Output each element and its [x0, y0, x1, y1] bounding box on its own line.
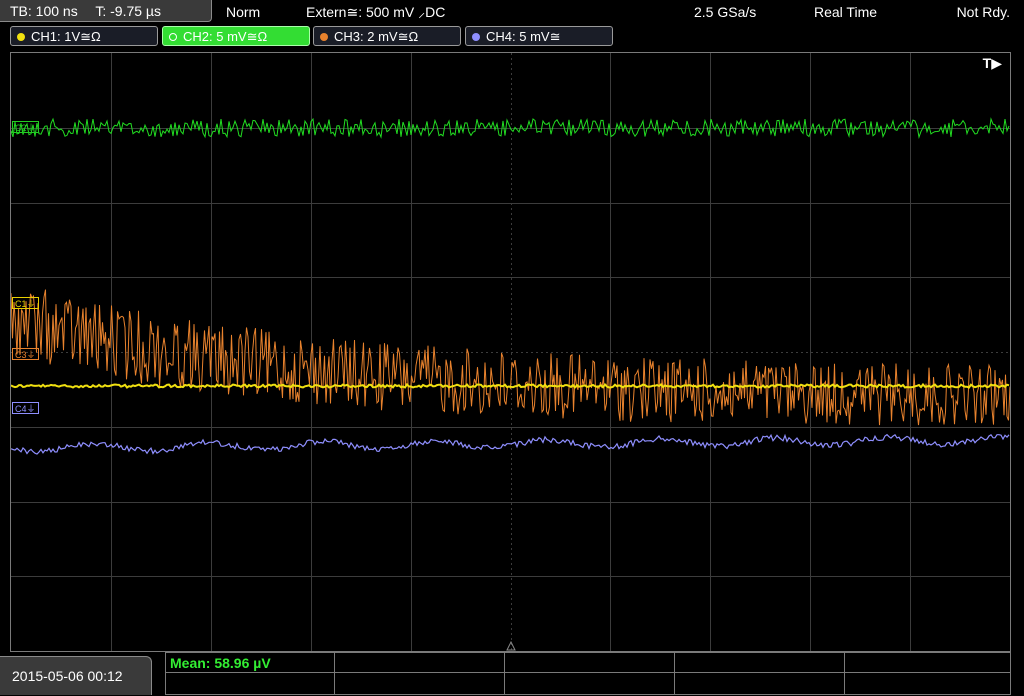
acquisition-status: Not Rdy. [956, 4, 1010, 20]
waveform-canvas [11, 53, 1010, 651]
ch1-ground-marker[interactable]: C1⏚ [12, 297, 39, 309]
channel-tab-ch4[interactable]: CH4: 5 mV≅ [465, 26, 613, 46]
measurement-bar: Mean: 58.96 µV [165, 652, 1011, 695]
ch1-dot-icon [17, 33, 25, 41]
trigger-source[interactable]: Extern≅: 500 mV ⸝DC [306, 0, 445, 24]
channel-tab-ch2[interactable]: CH2: 5 mV≅Ω [162, 26, 310, 46]
ch2-ground-marker[interactable]: C2⏚ [12, 121, 39, 133]
measurement-cell[interactable] [504, 672, 675, 695]
ch2-dot-icon [169, 33, 177, 41]
ch3-ground-marker[interactable]: C3⏚ [12, 348, 39, 360]
timebase-box[interactable]: TB: 100 ns T: -9.75 µs [0, 0, 212, 22]
ch3-trace [11, 289, 1010, 426]
ch3-dot-icon [320, 33, 328, 41]
acquisition-mode: Real Time [814, 4, 878, 20]
channel-tab-ch1[interactable]: CH1: 1V≅Ω [10, 26, 158, 46]
measurement-cell[interactable] [674, 672, 845, 695]
graticule-grid [11, 53, 1010, 651]
channel-label: CH4: 5 mV≅ [486, 29, 561, 44]
measurement-cell[interactable] [844, 672, 1011, 695]
ch4-ground-marker[interactable]: C4⏚ [12, 402, 39, 414]
measurement-cell[interactable] [504, 652, 675, 673]
ch4-dot-icon [472, 33, 480, 41]
status-bar: TB: 100 ns T: -9.75 µs Norm Extern≅: 500… [0, 0, 1024, 24]
mean-measurement: Mean: 58.96 µV [170, 655, 271, 671]
waveform-display[interactable]: T▶ C2⏚ C1⏚ C3⏚ C4⏚ [10, 52, 1011, 652]
ch1-trace [11, 382, 1010, 389]
trigger-mode[interactable]: Norm [226, 0, 260, 24]
channel-tab-ch3[interactable]: CH3: 2 mV≅Ω [313, 26, 461, 46]
sample-rate: 2.5 GSa/s [694, 4, 757, 20]
timebase: TB: 100 ns [10, 3, 78, 19]
measurement-cell[interactable] [674, 652, 845, 673]
date-time: 2015-05-06 00:12 [0, 656, 152, 695]
channel-label: CH1: 1V≅Ω [31, 29, 101, 44]
trigger-time: T: -9.75 µs [95, 3, 161, 19]
measurement-cell[interactable] [844, 652, 1011, 673]
trigger-indicator: T▶ [982, 55, 1002, 71]
ch4-trace [11, 433, 1010, 455]
channel-label: CH2: 5 mV≅Ω [183, 29, 268, 44]
measurement-cell[interactable] [334, 672, 505, 695]
measurement-cell[interactable] [165, 672, 335, 695]
measurement-cell[interactable] [334, 652, 505, 673]
measurement-cell[interactable]: Mean: 58.96 µV [165, 652, 335, 673]
channel-label: CH3: 2 mV≅Ω [334, 29, 419, 44]
channel-bar: CH1: 1V≅Ω CH2: 5 mV≅Ω CH3: 2 mV≅Ω CH4: 5… [0, 26, 1024, 48]
